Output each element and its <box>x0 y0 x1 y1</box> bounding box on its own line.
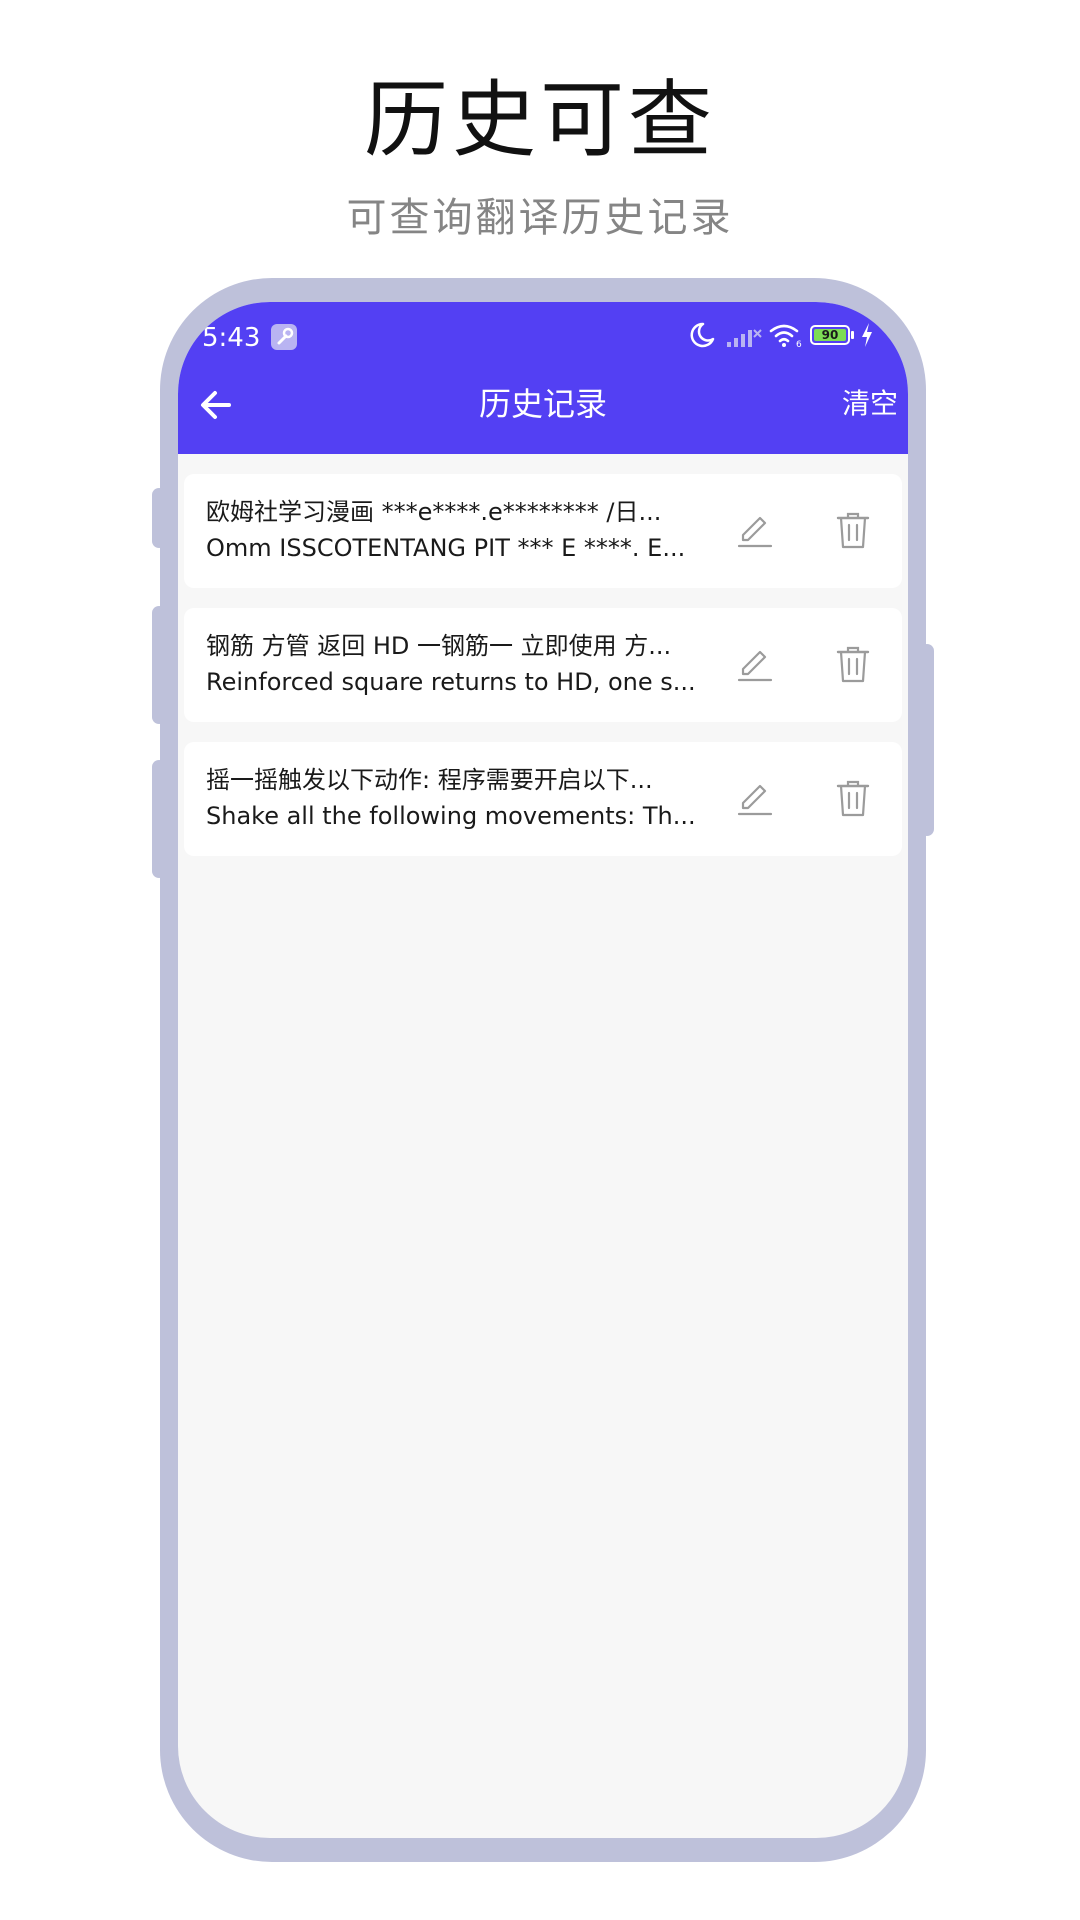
history-item-source: 摇一摇触发以下动作: 程序需要开启以下... <box>206 766 653 794</box>
page-title: 历史记录 <box>478 385 607 423</box>
battery-icon: 90 <box>810 325 850 345</box>
trash-icon[interactable] <box>835 510 871 550</box>
edit-icon[interactable] <box>735 510 775 550</box>
phone-side-button-left-2 <box>152 606 166 724</box>
history-list: 欧姆社学习漫画 ***e****.e******** /日... Reinfor… <box>184 474 902 876</box>
history-item-source: 钢筋 方管 返回 HD 一钢筋一 立即使用 方... <box>206 632 672 660</box>
battery-level: 90 <box>814 329 846 341</box>
phone-side-button-right <box>920 644 934 836</box>
promo-subtitle: 可查询翻译历史记录 <box>346 195 734 241</box>
charging-icon <box>862 323 872 347</box>
trash-icon[interactable] <box>835 778 871 818</box>
trash-icon[interactable] <box>835 644 871 684</box>
history-item[interactable]: 摇一摇触发以下动作: 程序需要开启以下... Shake all the fol… <box>184 742 902 856</box>
phone-screen: 5:43 6 90 历史记录 清空 欧姆社学习漫画 ***e****.e****… <box>178 302 908 1838</box>
signal-off-icon <box>727 329 762 347</box>
phone-side-button-left-3 <box>152 760 166 878</box>
history-item-translation: Shake all the following movements: Th... <box>206 802 696 830</box>
moon-icon <box>690 322 715 348</box>
svg-text:6: 6 <box>796 340 802 348</box>
promo-title: 历史可查 <box>363 71 716 169</box>
status-time: 5:43 <box>202 323 261 353</box>
history-item[interactable]: 钢筋 方管 返回 HD 一钢筋一 立即使用 方... Reinforced sq… <box>184 608 902 722</box>
history-item-translation: Reinforced square returns to HD, one s..… <box>206 668 696 696</box>
wifi-icon: 6 <box>769 324 802 348</box>
history-item-text: 钢筋 方管 返回 HD 一钢筋一 立即使用 方... Reinforced sq… <box>206 628 696 700</box>
battery-cap <box>851 331 854 339</box>
app-header: 5:43 6 90 历史记录 清空 <box>178 302 908 454</box>
history-item-translation: Omm ISSCOTENTANG PIT *** E ****. E... <box>206 534 686 562</box>
history-item[interactable]: 欧姆社学习漫画 ***e****.e******** /日... Reinfor… <box>184 474 902 588</box>
history-item-text: 摇一摇触发以下动作: 程序需要开启以下... Shake all the fol… <box>206 762 696 834</box>
phone-side-button-left-1 <box>152 488 166 548</box>
edit-icon[interactable] <box>735 644 775 684</box>
wrench-icon <box>271 324 297 350</box>
clear-history-button[interactable]: 清空 <box>842 384 898 424</box>
edit-icon[interactable] <box>735 778 775 818</box>
history-item-source: 欧姆社学习漫画 ***e****.e******** /日... <box>206 498 662 526</box>
history-item-text: 欧姆社学习漫画 ***e****.e******** /日... Reinfor… <box>206 494 696 566</box>
